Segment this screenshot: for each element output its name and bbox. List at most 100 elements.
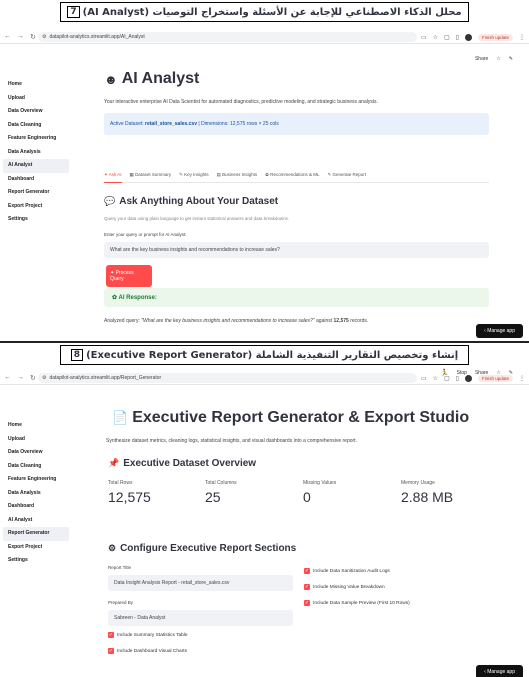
dataset-filename: retail_store_sales.csv [145, 121, 197, 127]
address-bar[interactable]: ⚙ datapilot-analytics.streamlit.app/Repo… [38, 373, 417, 383]
sidebar-item-data-cleaning[interactable]: Data Cleaning [0, 460, 72, 474]
metric-value: 2.88 MB [401, 489, 454, 505]
page-title: ☻ AI Analyst [104, 70, 199, 88]
address-bar[interactable]: ⚙ datapilot-analytics.streamlit.app/AI_A… [38, 32, 417, 42]
bookmark-star-icon[interactable]: ☆ [433, 34, 438, 41]
sidebar-item-home[interactable]: Home [0, 419, 72, 433]
sidebar-item-data-overview[interactable]: Data Overview [0, 446, 72, 460]
screen-icon[interactable]: ▭ [421, 375, 427, 382]
prepared-by-input[interactable]: Sabreen - Data Analyst [108, 610, 293, 626]
sidebar-item-dashboard[interactable]: Dashboard [0, 500, 72, 514]
site-info-icon[interactable]: ⚙ [42, 34, 46, 40]
running-icon: 🏃 [439, 370, 449, 377]
tab-recommendations-ml[interactable]: ✿ Recommendations & ML [265, 172, 319, 178]
query-input-label: Enter your query or prompt for AI Analys… [104, 232, 187, 237]
reload-icon[interactable]: ↻ [30, 374, 36, 382]
analyzed-suffix: against [314, 318, 334, 324]
browser-bar: ← → ↻ ⚙ datapilot-analytics.streamlit.ap… [0, 31, 529, 44]
site-info-icon[interactable]: ⚙ [42, 375, 46, 381]
manage-app-button[interactable]: ‹ Manage app [476, 665, 523, 677]
screen-icon[interactable]: ▭ [421, 34, 427, 41]
tab-ask-ai[interactable]: ✦ Ask AI [104, 172, 122, 183]
checkbox-include-data-sample-preview-first-10-rows[interactable]: ✓ Include Data Sample Preview (First 10 R… [304, 600, 410, 606]
sidebar-item-report-generator[interactable]: Report Generator [3, 527, 69, 541]
sidebar-item-data-analysis[interactable]: Data Analysis [0, 146, 72, 160]
panel-icon[interactable]: ▯ [456, 34, 459, 41]
checkbox-label: Include Summary Statistics Table [117, 632, 188, 638]
tab-key-insights[interactable]: ✎ Key Insights [179, 172, 209, 178]
checkbox-include-dashboard-visual-charts[interactable]: ✓ Include Dashboard Visual Charts [108, 648, 187, 654]
tab-business-insights[interactable]: ▤ Business Insights [217, 172, 258, 178]
sidebar-item-upload[interactable]: Upload [0, 92, 72, 106]
analyzed-query-line: Analyzed query: "What are the key busine… [104, 318, 368, 324]
manage-app-button[interactable]: ‹ Manage app [476, 324, 523, 338]
checkbox-include-summary-statistics-table[interactable]: ✓ Include Summary Statistics Table [108, 632, 188, 638]
chevron-left-icon: ‹ [484, 669, 486, 675]
ai-response-heading: AI Response: [118, 295, 157, 301]
finish-update-button[interactable]: Finish update [477, 33, 513, 41]
sidebar-item-ai-analyst[interactable]: AI Analyst [3, 159, 69, 173]
sidebar-item-data-overview[interactable]: Data Overview [0, 105, 72, 119]
sidebar-item-feature-engineering[interactable]: Feature Engineering [0, 132, 72, 146]
section-title: 💬 Ask Anything About Your Dataset [104, 196, 278, 207]
nav-buttons: ← → ↻ [0, 374, 38, 382]
checkbox-checked-icon[interactable]: ✓ [304, 568, 310, 574]
share-button[interactable]: Share [475, 56, 488, 62]
checkbox-checked-icon[interactable]: ✓ [108, 648, 114, 654]
analyzed-end: records. [348, 318, 369, 324]
forward-icon[interactable]: → [17, 33, 24, 41]
profile-avatar[interactable] [464, 33, 472, 41]
sidebar-item-upload[interactable]: Upload [0, 433, 72, 447]
sidebar-item-export-project[interactable]: Export Project [0, 200, 72, 214]
sidebar-item-settings[interactable]: Settings [0, 213, 72, 227]
metric-total-columns: Total Columns 25 [205, 480, 237, 505]
star-icon[interactable]: ☆ [496, 56, 500, 62]
edit-icon[interactable]: ✎ [509, 370, 513, 376]
sidebar-item-settings[interactable]: Settings [0, 554, 72, 568]
gear-icon: ⚙ [108, 543, 117, 553]
edit-icon[interactable]: ✎ [509, 56, 513, 62]
back-icon[interactable]: ← [4, 33, 11, 41]
document-icon: 📄 [112, 410, 129, 425]
sidebar-item-dashboard[interactable]: Dashboard [0, 173, 72, 187]
process-query-button[interactable]: ✦ Process Query [106, 265, 152, 287]
menu-dots-icon[interactable]: ⋮ [519, 375, 525, 382]
checkbox-include-data-sanitization-audit-logs[interactable]: ✓ Include Data Sanitization Audit Logs [304, 568, 390, 574]
star-icon[interactable]: ☆ [496, 370, 500, 376]
menu-dots-icon[interactable]: ⋮ [519, 34, 525, 41]
stop-button[interactable]: Stop [457, 370, 467, 376]
sidebar-item-ai-analyst[interactable]: AI Analyst [0, 514, 72, 528]
report-title-input[interactable]: Data Insight Analysis Report - retail_st… [108, 575, 293, 591]
sidebar-item-report-generator[interactable]: Report Generator [0, 186, 72, 200]
checkbox-checked-icon[interactable]: ✓ [304, 600, 310, 606]
tab-dataset-summary[interactable]: ▦ Dataset Summary [130, 172, 172, 178]
sidebar-item-export-project[interactable]: Export Project [0, 541, 72, 555]
back-icon[interactable]: ← [4, 374, 11, 382]
query-input[interactable]: What are the key business insights and r… [104, 242, 489, 258]
bookmark-star-icon[interactable]: ☆ [433, 375, 438, 382]
tab-generate-report[interactable]: ✎ Generate Report [327, 172, 366, 178]
reload-icon[interactable]: ↻ [30, 33, 36, 41]
sidebar-item-home[interactable]: Home [0, 78, 72, 92]
sidebar-item-feature-engineering[interactable]: Feature Engineering [0, 473, 72, 487]
checkbox-checked-icon[interactable]: ✓ [304, 584, 310, 590]
sidebar-item-data-cleaning[interactable]: Data Cleaning [0, 119, 72, 133]
page-subtitle: Your interactive enterprise AI Data Scie… [104, 99, 378, 105]
share-button[interactable]: Share [475, 370, 488, 376]
metric-value: 12,575 [108, 489, 151, 505]
section-title-text: Ask Anything About Your Dataset [119, 196, 279, 207]
caption-text: محلل الذكاء الاصطناعي للإجابة عن الأسئلة… [82, 6, 462, 18]
configure-title-text: Configure Executive Report Sections [120, 543, 297, 554]
app-toolbar: Share ☆ ✎ [475, 56, 513, 62]
tab-label: Business Insights [222, 172, 258, 177]
sidebar-item-data-analysis[interactable]: Data Analysis [0, 487, 72, 501]
ai-analyst-panel: محلل الذكاء الاصطناعي للإجابة عن الأسئلة… [0, 0, 529, 341]
checkbox-include-missing-value-breakdown[interactable]: ✓ Include Missing Value Breakdown [304, 584, 385, 590]
forward-icon[interactable]: → [17, 374, 24, 382]
metric-label: Total Rows [108, 480, 133, 486]
page-title-text: AI Analyst [121, 70, 200, 87]
tab-label: Recommendations & ML [270, 172, 320, 177]
sidebar: Home Upload Data Overview Data Cleaning Feat… [0, 78, 72, 227]
extensions-icon[interactable]: ▢ [444, 34, 450, 41]
checkbox-checked-icon[interactable]: ✓ [108, 632, 114, 638]
